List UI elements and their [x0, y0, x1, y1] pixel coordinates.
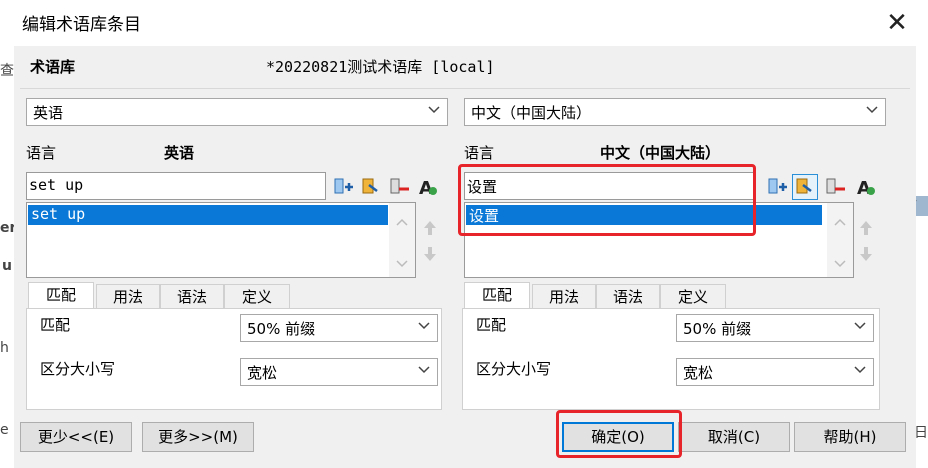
close-icon[interactable]: ✕ — [880, 6, 914, 40]
annotation-highlight-box — [458, 164, 756, 236]
select-value: 宽松 — [683, 364, 714, 382]
source-term-input[interactable]: set up — [26, 172, 326, 200]
move-up-icon[interactable] — [856, 218, 876, 242]
chevron-down-icon — [418, 366, 430, 374]
annotation-highlight-box — [556, 410, 682, 458]
background-text-fragment: u — [2, 258, 12, 274]
chevron-down-icon — [866, 106, 878, 114]
chevron-down-icon — [854, 322, 866, 330]
match-select[interactable]: 50% 前缀 — [240, 314, 438, 342]
move-up-icon[interactable] — [420, 218, 440, 242]
less-button[interactable]: 更少<<(E) — [20, 422, 132, 452]
tab-grammar[interactable]: 语法 — [160, 284, 224, 310]
background-text-fragment: h — [0, 340, 9, 356]
more-button[interactable]: 更多>>(M) — [142, 422, 254, 452]
tab-usage[interactable]: 用法 — [532, 284, 596, 310]
window-title: 编辑术语库条目 — [22, 15, 141, 35]
select-value: 50% 前缀 — [683, 320, 752, 338]
case-sensitivity-label: 区分大小写 — [476, 360, 552, 378]
cancel-button[interactable]: 取消(C) — [678, 422, 790, 452]
background-text-fragment: 查 — [0, 63, 14, 79]
list-scrollbar[interactable] — [389, 203, 415, 277]
source-term-list[interactable]: set up — [26, 202, 416, 278]
tab-definition[interactable]: 定义 — [660, 284, 726, 310]
chevron-down-icon — [854, 366, 866, 374]
background-window-right — [916, 46, 928, 468]
chevron-down-icon — [428, 106, 440, 114]
match-label: 匹配 — [476, 316, 507, 334]
tab-definition[interactable]: 定义 — [224, 284, 290, 310]
language-label: 语言 — [464, 144, 495, 162]
tab-match[interactable]: 匹配 — [464, 282, 530, 310]
help-button[interactable]: 帮助(H) — [794, 422, 906, 452]
language-value: 中文（中国大陆） — [600, 144, 721, 162]
replace-term-icon[interactable] — [358, 174, 384, 200]
move-down-icon[interactable] — [856, 244, 876, 268]
select-value: 50% 前缀 — [247, 320, 316, 338]
delete-term-icon[interactable] — [386, 174, 412, 200]
replace-term-icon[interactable] — [792, 174, 818, 200]
tab-grammar[interactable]: 语法 — [596, 284, 660, 310]
select-value: 英语 — [33, 104, 64, 122]
list-item-text: set up — [31, 205, 86, 223]
font-style-icon[interactable]: A — [852, 174, 878, 200]
background-text-fragment: 日 — [914, 425, 928, 441]
match-select[interactable]: 50% 前缀 — [676, 314, 874, 342]
language-value: 英语 — [164, 144, 195, 162]
tab-match[interactable]: 匹配 — [28, 282, 94, 310]
tab-usage[interactable]: 用法 — [96, 284, 160, 310]
match-label: 匹配 — [40, 316, 71, 334]
list-item-selected[interactable]: set up — [28, 205, 388, 225]
divider — [20, 88, 910, 89]
background-text-fragment: e — [0, 422, 9, 438]
select-value: 中文（中国大陆） — [471, 104, 592, 122]
list-scrollbar[interactable] — [827, 203, 853, 277]
language-label: 语言 — [26, 144, 57, 162]
termbase-name: *20220821测试术语库 [local] — [266, 58, 495, 76]
chevron-down-icon — [418, 322, 430, 330]
target-language-select[interactable]: 中文（中国大陆） — [464, 98, 886, 126]
delete-term-icon[interactable] — [822, 174, 848, 200]
add-term-icon[interactable] — [330, 174, 356, 200]
select-value: 宽松 — [247, 364, 278, 382]
add-term-icon[interactable] — [764, 174, 790, 200]
term-input-value: set up — [29, 176, 84, 194]
source-language-select[interactable]: 英语 — [26, 98, 448, 126]
background-window-left — [0, 46, 14, 468]
move-down-icon[interactable] — [420, 244, 440, 268]
termbase-label: 术语库 — [30, 58, 76, 76]
font-style-icon[interactable]: A — [414, 174, 440, 200]
case-sensitivity-select[interactable]: 宽松 — [676, 358, 874, 386]
case-sensitivity-label: 区分大小写 — [40, 360, 116, 378]
case-sensitivity-select[interactable]: 宽松 — [240, 358, 438, 386]
